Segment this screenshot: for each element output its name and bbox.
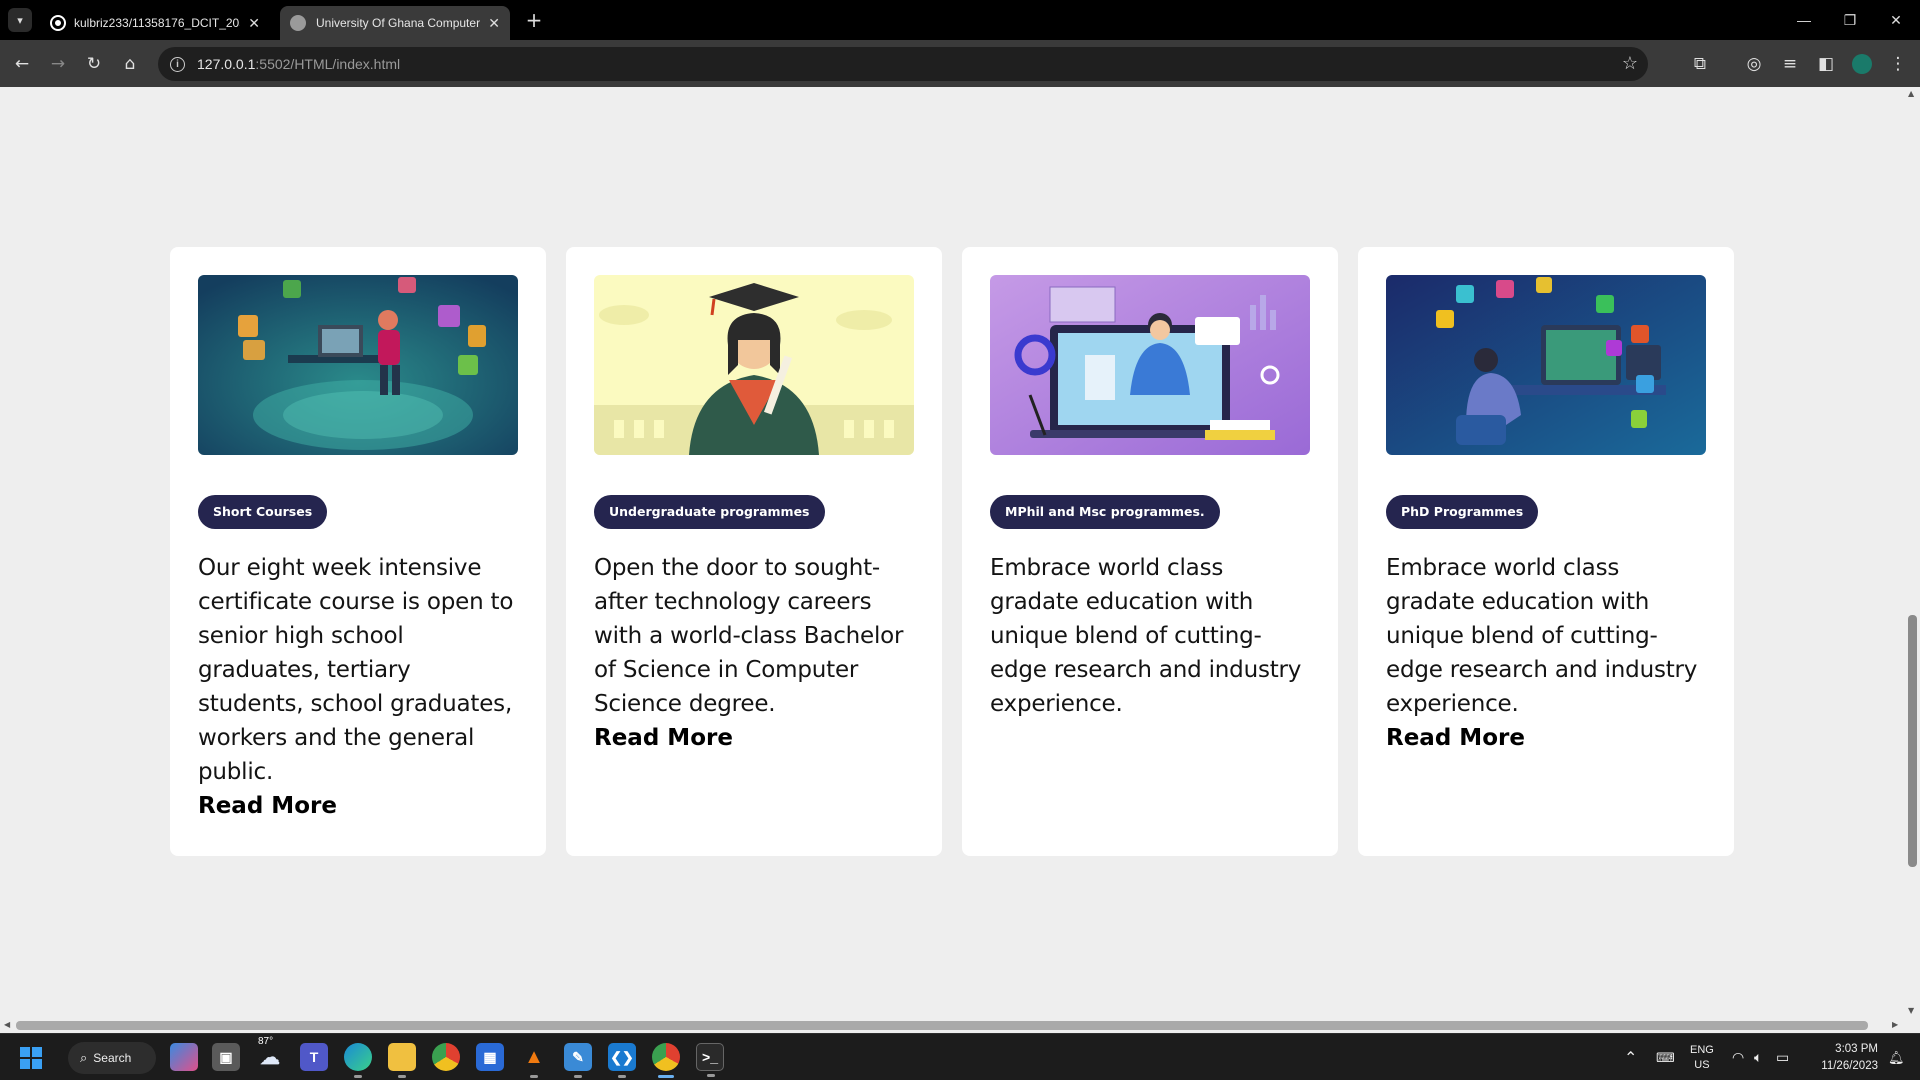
- terminal-icon[interactable]: >_: [696, 1043, 724, 1077]
- course-description: Our eight week intensive certificate cou…: [198, 555, 514, 785]
- home-icon[interactable]: ⌂: [116, 50, 144, 78]
- forward-icon[interactable]: →: [44, 50, 72, 78]
- tab-title: University Of Ghana Computer: [316, 16, 481, 30]
- language-indicator[interactable]: ENG US: [1690, 1034, 1714, 1080]
- tab-close-icon[interactable]: ✕: [488, 15, 500, 32]
- tab-github[interactable]: kulbriz233/11358176_DCIT_205 ✕: [40, 6, 270, 40]
- performance-icon[interactable]: ◎: [1740, 50, 1768, 78]
- clock-time: 3:03 PM: [1835, 1042, 1878, 1055]
- tab-active-site[interactable]: University Of Ghana Computer ✕: [280, 6, 510, 40]
- horizontal-scrollbar[interactable]: ◀ ▶: [0, 1017, 1920, 1033]
- course-category-badge[interactable]: Short Courses: [198, 495, 328, 529]
- volume-icon[interactable]: 🔈︎: [1754, 1034, 1762, 1080]
- task-view-icon[interactable]: ▣: [212, 1043, 240, 1071]
- bookmark-star-icon[interactable]: ☆: [1622, 53, 1638, 74]
- language-code: ENG: [1690, 1043, 1714, 1056]
- horizontal-scroll-thumb[interactable]: [16, 1021, 1868, 1030]
- vertical-scroll-thumb[interactable]: [1908, 615, 1917, 867]
- browser-toolbar: ← → ↻ ⌂ i 127.0.0.1:5502/HTML/index.html…: [0, 40, 1920, 87]
- file-explorer-icon[interactable]: [388, 1043, 416, 1078]
- tab-title: kulbriz233/11358176_DCIT_205: [74, 16, 241, 30]
- profile-avatar-icon[interactable]: [1848, 50, 1876, 78]
- course-card-short-courses: Short Courses Our eight week intensive c…: [170, 247, 546, 856]
- restore-icon[interactable]: ❐: [1827, 0, 1873, 40]
- browser-tab-bar: ▾ kulbriz233/11358176_DCIT_205 ✕ Univers…: [0, 0, 1920, 40]
- copilot-icon[interactable]: [170, 1043, 198, 1071]
- course-category-badge[interactable]: PhD Programmes: [1386, 495, 1539, 529]
- read-more-link[interactable]: Read More: [198, 789, 518, 823]
- tab-close-icon[interactable]: ✕: [248, 15, 260, 32]
- menu-kebab-icon[interactable]: ⋮: [1884, 50, 1912, 78]
- microsoft-store-icon[interactable]: ▦: [476, 1043, 504, 1071]
- notification-bell-icon[interactable]: 🔔︎: [1888, 1034, 1905, 1080]
- taskbar-search[interactable]: ⌕ Search: [68, 1042, 156, 1074]
- minimize-icon[interactable]: —: [1781, 0, 1827, 40]
- programmer-desk-illustration: [198, 275, 518, 455]
- read-more-link[interactable]: Read More: [594, 721, 914, 755]
- reload-icon[interactable]: ↻: [80, 50, 108, 78]
- graduate-illustration: [594, 275, 914, 455]
- vscode-icon[interactable]: ❮❯: [608, 1043, 636, 1078]
- weather-cloud-icon[interactable]: ☁: [256, 1043, 284, 1071]
- vlc-icon[interactable]: ▲: [520, 1043, 548, 1078]
- media-control-icon[interactable]: ≡: [1776, 50, 1804, 78]
- vertical-scrollbar[interactable]: ▲ ▼: [1904, 87, 1920, 1017]
- battery-icon[interactable]: ▭: [1776, 1034, 1789, 1080]
- show-hidden-icons-chevron-icon[interactable]: ⌃: [1624, 1034, 1637, 1080]
- windows-start-icon[interactable]: [20, 1047, 42, 1069]
- close-window-icon[interactable]: ✕: [1873, 0, 1919, 40]
- course-description: Open the door to sought-after technology…: [594, 555, 904, 717]
- wifi-icon[interactable]: ◠: [1732, 1034, 1744, 1080]
- scroll-up-icon[interactable]: ▲: [1908, 89, 1914, 98]
- keyboard-icon[interactable]: ⌨: [1656, 1034, 1675, 1080]
- region-code: US: [1694, 1058, 1710, 1071]
- windows-taskbar: ⌕ Search ▣ ☁ 87° T ▦ ▲ ✎ ❮❯ >_ ⌃ ⌨ ENG U…: [0, 1033, 1920, 1080]
- site-info-icon[interactable]: i: [170, 56, 185, 72]
- back-icon[interactable]: ←: [8, 50, 36, 78]
- clock-date: 11/26/2023: [1821, 1059, 1878, 1072]
- course-description: Embrace world class gradate education wi…: [990, 555, 1302, 717]
- scroll-down-icon[interactable]: ▼: [1908, 1006, 1914, 1015]
- extensions-icon[interactable]: ⧉: [1686, 50, 1714, 78]
- edge-icon[interactable]: [344, 1043, 372, 1078]
- url-path: :5502/HTML/index.html: [255, 56, 401, 72]
- globe-icon: [290, 15, 306, 31]
- developer-workstation-illustration: [1386, 275, 1706, 455]
- course-card-undergraduate: Undergraduate programmes Open the door t…: [566, 247, 942, 856]
- course-description: Embrace world class gradate education wi…: [1386, 555, 1698, 717]
- tab-search-chevron-icon[interactable]: ▾: [8, 8, 32, 32]
- side-panel-icon[interactable]: ◧: [1812, 50, 1840, 78]
- course-category-badge[interactable]: MPhil and Msc programmes.: [990, 495, 1220, 529]
- read-more-link[interactable]: Read More: [1386, 721, 1706, 755]
- taskbar-search-label: Search: [93, 1051, 132, 1065]
- scroll-right-icon[interactable]: ▶: [1892, 1020, 1898, 1029]
- weather-temperature: 87°: [258, 1036, 274, 1047]
- course-category-badge[interactable]: Undergraduate programmes: [594, 495, 825, 529]
- new-tab-button[interactable]: +: [520, 6, 548, 34]
- chrome-icon[interactable]: [432, 1043, 460, 1071]
- url-host: 127.0.0.1: [197, 56, 256, 72]
- course-card-mphil-msc: MPhil and Msc programmes. Embrace world …: [962, 247, 1338, 856]
- github-icon: [52, 17, 64, 29]
- system-clock[interactable]: 3:03 PM 11/26/2023: [1810, 1034, 1878, 1080]
- teams-icon[interactable]: T: [300, 1043, 328, 1071]
- chrome-dev-icon[interactable]: [652, 1043, 680, 1078]
- course-card-phd: PhD Programmes Embrace world class grada…: [1358, 247, 1734, 856]
- paint-icon[interactable]: ✎: [564, 1043, 592, 1078]
- scroll-left-icon[interactable]: ◀: [4, 1020, 10, 1029]
- online-lecture-illustration: [990, 275, 1310, 455]
- search-icon: ⌕: [80, 1050, 88, 1065]
- page-viewport: Short Courses Our eight week intensive c…: [0, 87, 1904, 1017]
- address-bar[interactable]: i 127.0.0.1:5502/HTML/index.html ☆: [158, 47, 1648, 81]
